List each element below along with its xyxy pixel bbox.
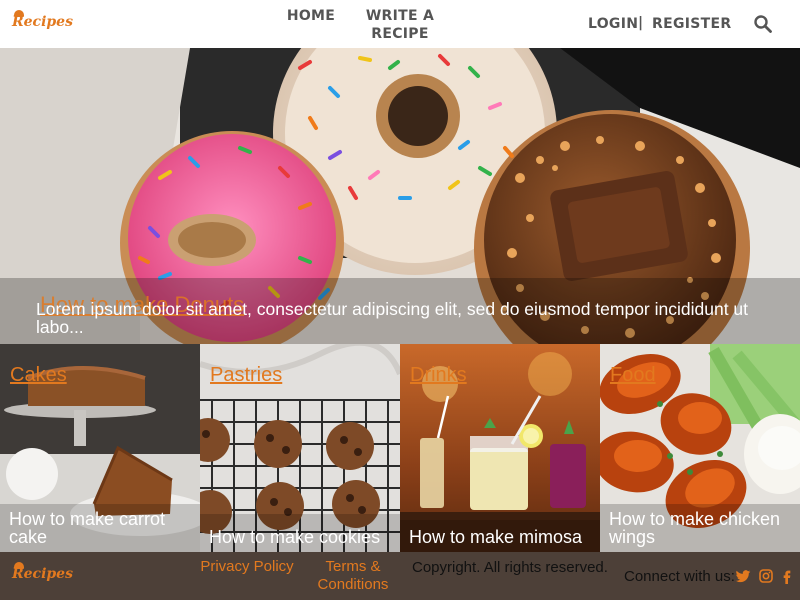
category-drinks-link[interactable]: Drinks [410, 364, 467, 387]
facebook-icon[interactable] [779, 568, 795, 584]
category-cakes-link[interactable]: Cakes [10, 364, 67, 387]
site-logo[interactable]: Recipes [10, 10, 73, 36]
nav-write-recipe-link[interactable]: WRITE A RECIPE [360, 7, 440, 43]
site-header: Recipes HOME WRITE A RECIPE LOGIN | REGI… [0, 0, 800, 48]
site-footer: Recipes Privacy Policy Terms & Condition… [0, 552, 800, 600]
category-food-title[interactable]: How to make chicken wings [609, 510, 797, 546]
category-card-food[interactable]: Food How to make chicken wings [600, 344, 800, 552]
search-icon[interactable] [753, 14, 773, 34]
category-cakes-title[interactable]: How to make carrot cake [9, 510, 197, 546]
category-cards: Cakes How to make carrot cake Pastries H… [0, 344, 800, 552]
nav-register-link[interactable]: REGISTER [652, 15, 731, 33]
nav-login-link[interactable]: LOGIN [588, 15, 638, 33]
terms-conditions-link[interactable]: Terms & Conditions [314, 558, 392, 594]
category-card-cakes[interactable]: Cakes How to make carrot cake [0, 344, 200, 552]
twitter-icon[interactable] [735, 568, 751, 584]
instagram-icon[interactable] [758, 568, 774, 584]
hero-description: Lorem ipsum dolor sit amet, consectetur … [36, 299, 749, 337]
category-pastries-link[interactable]: Pastries [210, 364, 282, 387]
category-card-pastries[interactable]: Pastries How to make cookies [200, 344, 400, 552]
nav-separator: | [638, 15, 644, 31]
logo-text: Recipes [12, 14, 73, 30]
privacy-policy-link[interactable]: Privacy Policy [200, 558, 294, 576]
nav-home-link[interactable]: HOME [280, 7, 342, 25]
category-drinks-title[interactable]: How to make mimosa [409, 528, 597, 546]
category-card-drinks[interactable]: Drinks How to make mimosa [400, 344, 600, 552]
category-food-link[interactable]: Food [610, 364, 656, 387]
hero-banner[interactable]: How to make Donuts Lorem ipsum dolor sit… [0, 48, 800, 344]
footer-logo[interactable]: Recipes [10, 562, 73, 588]
copyright-text: Copyright. All rights reserved. [412, 559, 608, 576]
footer-logo-text: Recipes [12, 566, 73, 582]
category-pastries-title[interactable]: How to make cookies [209, 528, 397, 546]
connect-with-us-label: Connect with us: [624, 568, 735, 585]
